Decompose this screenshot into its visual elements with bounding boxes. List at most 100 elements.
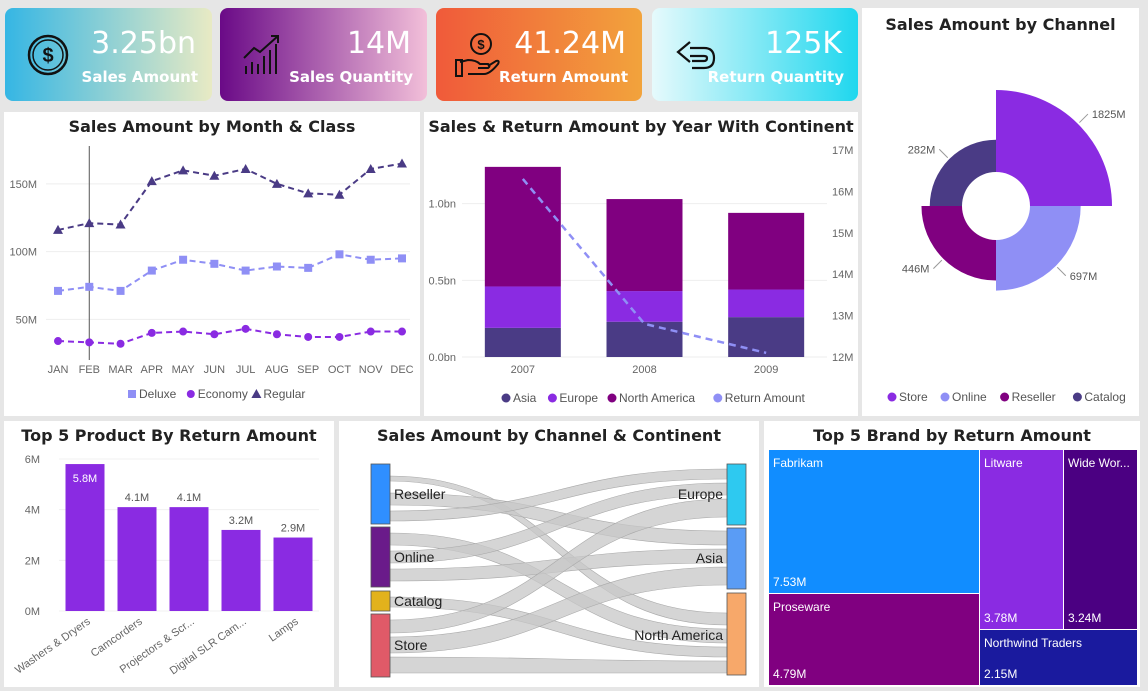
x-tick-label: DEC [390,364,413,376]
y-tick-label: 0.5bn [428,275,456,287]
treemap-tile[interactable]: Fabrikam 7.53M [769,450,979,593]
kpi-label: Sales Amount [81,68,198,86]
treemap-tile-value: 4.79M [773,667,807,681]
sankey-link [389,656,728,674]
y-tick-label: 0M [25,606,40,618]
y2-tick-label: 14M [832,269,853,281]
y2-tick-label: 17M [832,145,853,157]
sankey-source-node [370,613,391,678]
top-products-bar-chart: 0M2M4M6M5.8MWashers & Dryers4.1MCamcorde… [13,454,319,677]
y2-tick-label: 15M [832,228,853,240]
kpi-value: 125K [765,26,842,61]
bar [273,537,313,611]
treemap-tile-value: 2.15M [984,667,1018,681]
leader-line [1056,266,1067,277]
y-tick-label: 150M [9,179,37,191]
top-brands-treemap: Fabrikam 7.53M Proseware 4.79M Litware 3.78M W… [769,450,1137,685]
data-point [304,263,313,272]
y-tick-label: 2M [25,555,40,567]
sankey-source-label: Online [394,549,435,565]
legend-marker [713,393,723,403]
data-point [179,327,188,336]
legend-marker [186,390,195,398]
data-point [54,337,62,346]
top-brands-treemap-card[interactable]: Top 5 Brand by Return Amount Fabrikam 7.5… [764,421,1140,687]
treemap-tile[interactable]: Northwind Traders 2.15M [980,630,1137,685]
data-point [241,266,250,275]
growth-chart-icon [238,30,288,80]
data-point [398,254,406,263]
sankey-source-node [370,590,391,612]
channel-rose-donut-chart: 1825M 697M 446M 282M Store Online Reseller Cata… [887,90,1126,404]
legend-label: Reseller [1012,390,1056,404]
dollar-circle-icon: $ [23,30,73,80]
data-label: 697M [1070,271,1098,283]
kpi-return-quantity[interactable]: 125K Return Quantity [652,8,858,101]
kpi-label: Return Quantity [707,68,844,86]
data-point [54,286,62,295]
donut-slice [996,206,1081,291]
treemap-tile[interactable]: Proseware 4.79M [769,594,979,685]
stacked-bar-segment [484,166,561,287]
x-tick-label: Washers & Dryers [13,615,93,676]
stacked-bar-segment [484,286,561,328]
stacked-bar-segment [606,291,683,322]
data-point [241,324,250,333]
kpi-sales-amount[interactable]: $ 3.25bn Sales Amount [5,8,212,101]
x-tick-label: AUG [265,364,289,376]
leader-line [933,259,943,269]
y-tick-label: 0.0bn [428,352,456,364]
x-tick-label: 2007 [511,364,535,376]
legend-label: Catalog [1084,390,1125,404]
data-point [366,327,375,336]
series-line [57,253,403,292]
data-point [272,262,281,271]
data-point [179,255,188,264]
channel-continent-sankey-card[interactable]: Sales Amount by Channel & Continent Rese… [339,421,759,687]
data-label: 446M [902,264,930,276]
treemap-tile[interactable]: Litware 3.78M [980,450,1063,629]
legend-label: Regular [263,387,305,401]
year-continent-chart-card[interactable]: Sales & Return Amount by Year With Conti… [424,112,858,416]
money-hand-icon: $ [454,30,504,80]
legend-marker [1000,392,1010,402]
top-products-chart-card[interactable]: Top 5 Product By Return Amount 0M 2M 4M 6M 5… [4,421,334,687]
bar [221,529,261,611]
data-point [398,327,406,336]
data-point [210,330,219,339]
stacked-bar-segment [606,321,683,357]
legend-label: Deluxe [139,387,177,401]
legend-label: Economy [198,387,248,401]
legend-label: Return Amount [725,391,806,405]
sankey-target-node [726,592,747,676]
sankey-target-label: Asia [696,550,723,566]
x-tick-label: 2009 [754,364,778,376]
data-point [116,339,125,348]
legend-marker [128,390,136,398]
data-label: 282M [908,144,936,156]
treemap-tile-value: 3.78M [984,611,1018,625]
leader-line [938,148,949,159]
data-point [115,219,126,229]
treemap-tile[interactable]: Wide Wor... 3.24M [1064,450,1137,629]
y2-tick-label: 12M [832,352,853,364]
month-class-chart-card[interactable]: Sales Amount by Month & Class 50M 100M 150… [4,112,420,416]
kpi-value: 3.25bn [91,26,196,61]
x-tick-label: APR [141,364,164,376]
sankey-source-node [370,526,391,588]
data-point [365,163,376,173]
stacked-bar-segment [728,289,805,318]
x-tick-label: JUL [236,364,256,376]
treemap-tile-label: Northwind Traders [984,636,1083,650]
kpi-return-amount[interactable]: $ 41.24M Return Amount [436,8,642,101]
kpi-value: 41.24M [514,26,626,61]
legend-label: North America [619,391,695,405]
legend-marker [501,393,511,403]
channel-donut-card[interactable]: Sales Amount by Channel 1825M 697M 446M 282… [862,8,1139,416]
kpi-sales-quantity[interactable]: 14M Sales Quantity [220,8,427,101]
x-tick-label: FEB [79,364,100,376]
x-tick-label: JAN [48,364,69,376]
stacked-bar-segment [484,327,561,357]
legend-label: Europe [559,391,598,405]
legend-marker [547,393,557,403]
